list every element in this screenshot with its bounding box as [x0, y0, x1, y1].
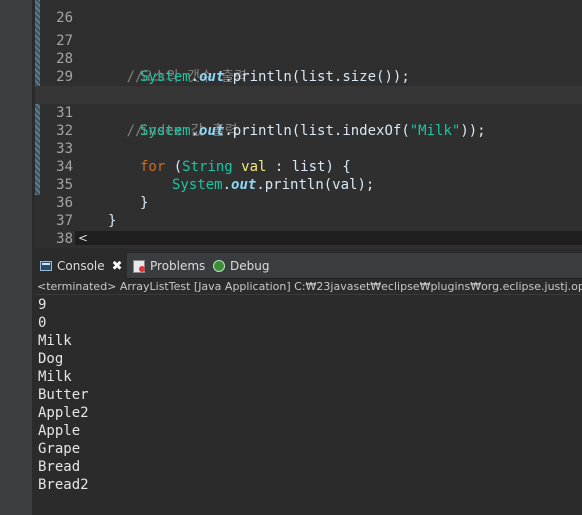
current-code-line: 31 System.out.println(list.indexOf("Milk… — [35, 86, 582, 139]
output-line: Bread — [38, 459, 81, 475]
code-editor[interactable]: 26 27 // 요소의 갯수 출력 28 System.out.println… — [35, 0, 582, 248]
close-icon[interactable]: ✖ — [112, 259, 123, 274]
tab-label: Problems — [150, 259, 206, 273]
code-line: 27 // 요소의 갯수 출력 — [35, 14, 582, 85]
output-line: Dog — [38, 351, 64, 367]
output-line: Apple2 — [38, 405, 89, 421]
problems-icon — [133, 259, 145, 273]
view-tab-bar: Console ✖ Problems Debug — [35, 253, 582, 279]
console-view: Console ✖ Problems Debug <terminated> Ar… — [35, 253, 582, 515]
line-number: 38 — [56, 231, 73, 247]
horizontal-scrollbar[interactable]: < — [75, 231, 582, 245]
console-output[interactable]: 9 0 Milk Dog Milk Butter Apple2 Apple Gr… — [38, 296, 578, 494]
code-line: 36 } — [35, 176, 582, 229]
code-line: 35 } — [35, 158, 582, 211]
code-line: 34 System.out.println(val); — [35, 140, 582, 193]
output-line: Bread2 — [38, 477, 89, 493]
output-line: Milk — [38, 333, 72, 349]
debug-icon — [213, 260, 225, 272]
output-line: Apple — [38, 423, 81, 439]
output-line: Milk — [38, 369, 72, 385]
code-line: 32 — [35, 104, 582, 139]
code-line: 28 System.out.println(list.size()); — [35, 32, 582, 85]
code-line: 37 } — [35, 194, 582, 247]
left-panel-strip — [0, 0, 33, 515]
tab-debug[interactable]: Debug — [213, 253, 269, 279]
tab-console[interactable]: Console ✖ — [35, 253, 127, 279]
output-line: Grape — [38, 441, 81, 457]
tab-problems[interactable]: Problems — [133, 253, 205, 279]
output-line: Butter — [38, 387, 89, 403]
code-line: 26 — [35, 0, 582, 26]
scroll-left-icon[interactable]: < — [77, 231, 89, 245]
tab-label: Debug — [230, 259, 270, 273]
code-line: 33 for (String val : list) { — [35, 122, 582, 175]
output-line: 9 — [38, 297, 47, 313]
process-status: <terminated> ArrayListTest [Java Applica… — [35, 279, 582, 295]
code-line: 30 // index 값 출력 — [35, 68, 582, 139]
output-line: 0 — [38, 315, 47, 331]
tab-label: Console — [57, 259, 105, 273]
console-icon — [40, 261, 52, 271]
code-line: 38 — [35, 212, 582, 247]
code-line: 29 — [35, 50, 582, 85]
